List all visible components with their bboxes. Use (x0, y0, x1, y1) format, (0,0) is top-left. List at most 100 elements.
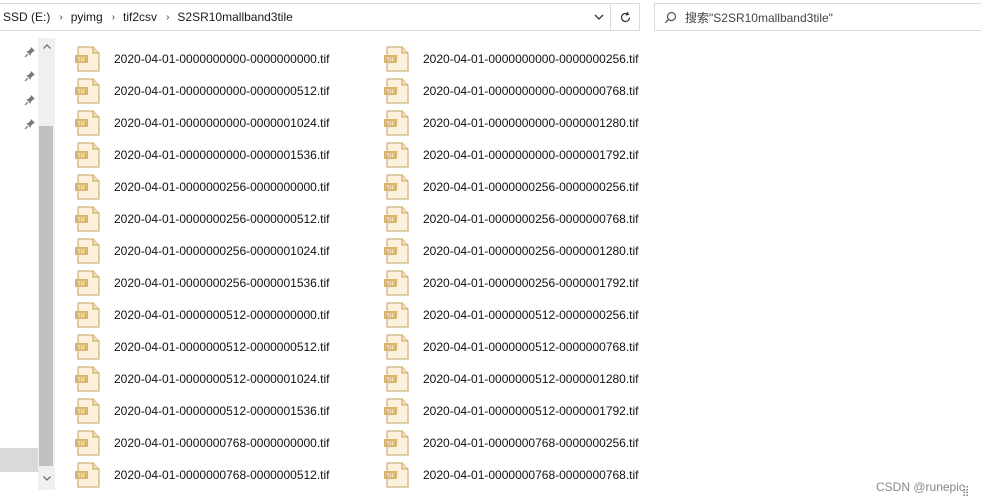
svg-text:TIF: TIF (385, 250, 394, 256)
file-name: 2020-04-01-0000000512-0000000512.tif (114, 340, 330, 354)
svg-text:TIF: TIF (76, 90, 85, 96)
file-item[interactable]: TIF 2020-04-01-0000000256-0000000512.tif (74, 204, 330, 234)
file-item[interactable]: TIF 2020-04-01-0000000256-0000001280.tif (383, 236, 639, 266)
svg-text:TIF: TIF (385, 474, 394, 480)
tif-file-icon: TIF (74, 206, 104, 232)
file-name: 2020-04-01-0000000256-0000000256.tif (423, 180, 639, 194)
search-icon-wrap (655, 11, 685, 24)
svg-text:TIF: TIF (385, 186, 394, 192)
svg-text:TIF: TIF (385, 442, 394, 448)
pin-icon[interactable] (24, 70, 36, 82)
tif-file-icon: TIF (74, 142, 104, 168)
file-name: 2020-04-01-0000000768-0000000000.tif (114, 436, 330, 450)
tif-file-icon: TIF (74, 430, 104, 456)
file-item[interactable]: TIF 2020-04-01-0000000000-0000001792.tif (383, 140, 639, 170)
file-item[interactable]: TIF 2020-04-01-0000000256-0000000768.tif (383, 204, 639, 234)
tif-file-icon: TIF (383, 462, 413, 488)
file-item[interactable]: TIF 2020-04-01-0000000000-0000001024.tif (74, 108, 330, 138)
file-item[interactable]: TIF 2020-04-01-0000000000-0000001536.tif (74, 140, 330, 170)
search-input[interactable]: 搜索"S2SR10mallband3tile" (685, 9, 833, 26)
file-item[interactable]: TIF 2020-04-01-0000000256-0000000256.tif (383, 172, 639, 202)
file-name: 2020-04-01-0000000000-0000001024.tif (114, 116, 330, 130)
svg-text:TIF: TIF (385, 314, 394, 320)
chevron-up-icon (42, 43, 51, 49)
file-item[interactable]: TIF 2020-04-01-0000000512-0000001280.tif (383, 364, 639, 394)
file-item[interactable]: TIF 2020-04-01-0000000000-0000000768.tif (383, 76, 639, 106)
pin-icon[interactable] (24, 46, 36, 58)
file-name: 2020-04-01-0000000256-0000001792.tif (423, 276, 639, 290)
tif-file-icon: TIF (74, 302, 104, 328)
file-name: 2020-04-01-0000000768-0000000256.tif (423, 436, 639, 450)
resize-grip-icon[interactable]: ⣿ (962, 486, 969, 497)
file-item[interactable]: TIF 2020-04-01-0000000768-0000000256.tif (383, 428, 639, 458)
search-icon (664, 11, 676, 23)
file-name: 2020-04-01-0000000000-0000001536.tif (114, 148, 330, 162)
svg-text:TIF: TIF (385, 90, 394, 96)
file-name: 2020-04-01-0000000000-0000000512.tif (114, 84, 330, 98)
svg-text:TIF: TIF (385, 346, 394, 352)
file-name: 2020-04-01-0000000000-0000000256.tif (423, 52, 639, 66)
tif-file-icon: TIF (383, 302, 413, 328)
file-item[interactable]: TIF 2020-04-01-0000000000-0000000512.tif (74, 76, 330, 106)
pin-icon[interactable] (24, 118, 36, 130)
file-item[interactable]: TIF 2020-04-01-0000000512-0000000768.tif (383, 332, 639, 362)
svg-text:TIF: TIF (385, 122, 394, 128)
tif-file-icon: TIF (383, 206, 413, 232)
tif-file-icon: TIF (74, 238, 104, 264)
tif-file-icon: TIF (383, 78, 413, 104)
chevron-down-icon (42, 475, 51, 481)
tif-file-icon: TIF (383, 46, 413, 72)
file-item[interactable]: TIF 2020-04-01-0000000000-0000000256.tif (383, 44, 639, 74)
file-item[interactable]: TIF 2020-04-01-0000000256-0000001536.tif (74, 268, 330, 298)
file-item[interactable]: TIF 2020-04-01-0000000512-0000000512.tif (74, 332, 330, 362)
breadcrumb-separator[interactable]: › (54, 12, 67, 23)
file-item[interactable]: TIF 2020-04-01-0000000512-0000001792.tif (383, 396, 639, 426)
breadcrumb-tif2csv[interactable]: tif2csv (120, 10, 161, 24)
breadcrumb: SSD (E:) › pyimg › tif2csv › S2SR10mallb… (0, 4, 588, 30)
tif-file-icon: TIF (383, 366, 413, 392)
svg-text:TIF: TIF (76, 218, 85, 224)
refresh-button[interactable] (610, 4, 639, 30)
file-item[interactable]: TIF 2020-04-01-0000000000-0000000000.tif (74, 44, 330, 74)
nav-scroll-down-button[interactable] (38, 470, 55, 486)
file-item[interactable]: TIF 2020-04-01-0000000256-0000001792.tif (383, 268, 639, 298)
svg-text:TIF: TIF (76, 442, 85, 448)
file-name: 2020-04-01-0000000512-0000001024.tif (114, 372, 330, 386)
tif-file-icon: TIF (383, 142, 413, 168)
tif-file-icon: TIF (383, 174, 413, 200)
file-item[interactable]: TIF 2020-04-01-0000000768-0000000512.tif (74, 460, 330, 490)
svg-text:TIF: TIF (76, 250, 85, 256)
breadcrumb-pyimg[interactable]: pyimg (68, 10, 107, 24)
nav-scroll-up-button[interactable] (38, 38, 55, 54)
tif-file-icon: TIF (74, 110, 104, 136)
file-item[interactable]: TIF 2020-04-01-0000000512-0000000256.tif (383, 300, 639, 330)
file-item[interactable]: TIF 2020-04-01-0000000768-0000000000.tif (74, 428, 330, 458)
file-name: 2020-04-01-0000000000-0000001792.tif (423, 148, 639, 162)
file-item[interactable]: TIF 2020-04-01-0000000768-0000000768.tif (383, 460, 639, 490)
breadcrumb-current-folder[interactable]: S2SR10mallband3tile (174, 10, 296, 24)
file-name: 2020-04-01-0000000256-0000000000.tif (114, 180, 330, 194)
svg-text:TIF: TIF (76, 346, 85, 352)
file-item[interactable]: TIF 2020-04-01-0000000256-0000000000.tif (74, 172, 330, 202)
file-item[interactable]: TIF 2020-04-01-0000000256-0000001024.tif (74, 236, 330, 266)
breadcrumb-drive[interactable]: SSD (E:) (0, 10, 54, 24)
file-item[interactable]: TIF 2020-04-01-0000000512-0000000000.tif (74, 300, 330, 330)
search-box[interactable]: 搜索"S2SR10mallband3tile" (654, 3, 981, 31)
tif-file-icon: TIF (383, 430, 413, 456)
breadcrumb-separator[interactable]: › (107, 12, 120, 23)
file-item[interactable]: TIF 2020-04-01-0000000512-0000001024.tif (74, 364, 330, 394)
svg-text:TIF: TIF (385, 378, 394, 384)
file-name: 2020-04-01-0000000000-0000000000.tif (114, 52, 330, 66)
file-item[interactable]: TIF 2020-04-01-0000000000-0000001280.tif (383, 108, 639, 138)
svg-text:TIF: TIF (76, 314, 85, 320)
nav-scrollbar-thumb[interactable] (39, 126, 53, 466)
tif-file-icon: TIF (383, 398, 413, 424)
breadcrumb-separator[interactable]: › (161, 12, 174, 23)
address-bar[interactable]: SSD (E:) › pyimg › tif2csv › S2SR10mallb… (0, 3, 640, 31)
pin-icon[interactable] (24, 94, 36, 106)
svg-text:TIF: TIF (76, 58, 85, 64)
address-history-dropdown[interactable] (588, 4, 610, 30)
file-item[interactable]: TIF 2020-04-01-0000000512-0000001536.tif (74, 396, 330, 426)
nav-selected-item[interactable] (0, 448, 38, 472)
file-name: 2020-04-01-0000000512-0000000000.tif (114, 308, 330, 322)
